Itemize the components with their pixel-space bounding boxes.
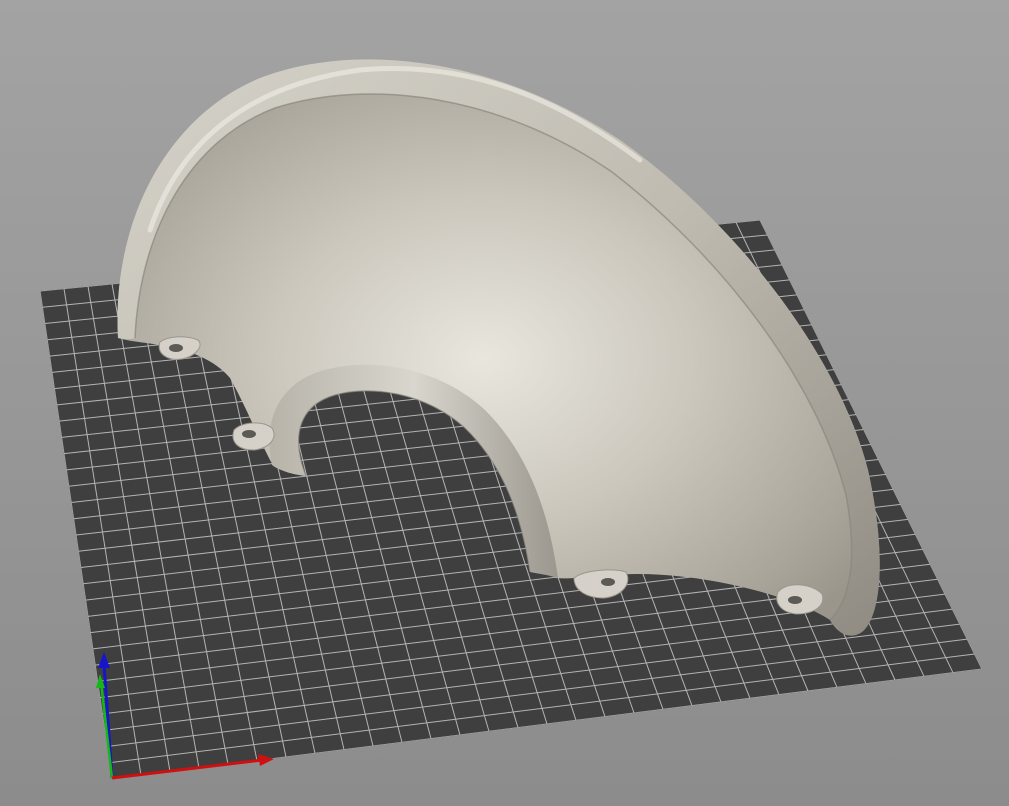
3d-viewport[interactable]: [0, 0, 1009, 806]
mouse-ear-4[interactable]: [776, 584, 824, 615]
